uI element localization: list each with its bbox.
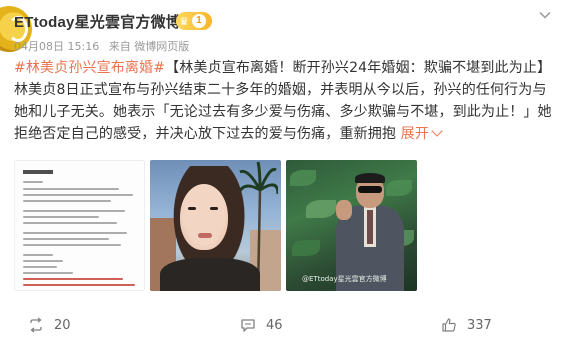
repost-button[interactable]: 20 [28,317,71,333]
post-source: 来自 微博网页版 [108,40,190,53]
chevron-down-icon [431,125,443,137]
comment-button[interactable]: 46 [240,317,283,333]
vip-badge[interactable]: ♛ 1 [176,12,212,30]
image-watermark: @ETtoday星光雲官方微博 [302,275,387,283]
repost-icon [30,317,42,333]
post-image-letter[interactable] [14,160,145,291]
post-text: #林美贞孙兴宣布离婚#【林美贞宣布离婚！断开孙兴24年婚姻：欺骗不堪到此为止】林… [14,57,554,145]
thumbs-up-icon [442,318,456,332]
post-image-portrait[interactable] [150,160,281,291]
username[interactable]: ETtoday星光雲官方微博 [14,11,181,32]
like-button[interactable]: 337 [441,317,492,333]
comment-icon [241,319,255,332]
comment-count: 46 [266,317,283,333]
chevron-down-icon[interactable] [538,8,552,22]
like-count: 337 [467,317,492,333]
post-image-man[interactable]: @ETtoday星光雲官方微博 [286,160,417,291]
post-date[interactable]: 04月08日 15:16 [14,40,99,53]
expand-link[interactable]: 展开 [401,125,443,142]
crown-icon: ♛ [179,14,189,28]
vip-level: 1 [191,14,206,28]
weibo-post-card: ETtoday星光雲官方微博 ♛ 1 04月08日 15:16 来自 微博网页版… [0,0,569,341]
post-meta: 04月08日 15:16 来自 微博网页版 [14,38,195,54]
hashtag-link[interactable]: #林美贞孙兴宣布离婚# [14,60,165,76]
repost-count: 20 [54,317,71,333]
